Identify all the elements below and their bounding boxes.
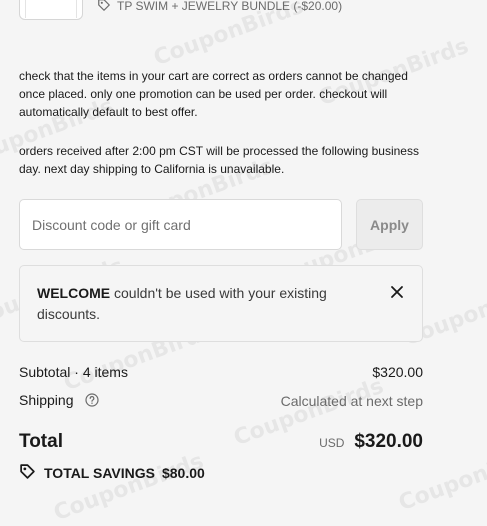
line-item-row: TP SWIM + JEWELRY BUNDLE (-$20.00)	[19, 0, 342, 20]
discount-code-input[interactable]	[19, 199, 342, 250]
bundle-discount-label: TP SWIM + JEWELRY BUNDLE (-$20.00)	[117, 0, 343, 13]
total-row: Total USD $320.00	[19, 431, 423, 453]
alert-code: WELCOME	[37, 285, 111, 301]
watermark: CouponBirds	[50, 448, 207, 526]
subtotal-value: $320.00	[372, 364, 423, 380]
product-thumbnail	[19, 0, 83, 20]
subtotal-label: Subtotal · 4 items	[19, 364, 128, 380]
tag-icon	[97, 0, 117, 15]
subtotal-row: Subtotal · 4 items $320.00	[19, 364, 423, 380]
close-icon[interactable]	[390, 284, 404, 298]
tag-icon	[19, 463, 44, 483]
currency-code: USD	[319, 436, 345, 450]
total-amount: $320.00	[354, 431, 423, 452]
shipping-label: Shipping	[19, 392, 74, 408]
help-icon[interactable]	[85, 393, 99, 410]
apply-button[interactable]: Apply	[356, 199, 423, 250]
cart-check-note: check that the items in your cart are co…	[19, 69, 408, 119]
total-label: Total	[19, 431, 63, 452]
discount-error-alert: WELCOME couldn't be used with your exist…	[19, 265, 423, 342]
total-savings: TOTAL SAVINGS $80.00	[19, 463, 205, 483]
shipping-row: Shipping Calculated at next step	[19, 392, 423, 410]
savings-amount: $80.00	[161, 465, 205, 481]
savings-label: TOTAL SAVINGS	[44, 465, 155, 481]
shipping-cutoff-note: orders received after 2:00 pm CST will b…	[19, 144, 419, 176]
shipping-value: Calculated at next step	[280, 392, 423, 409]
bundle-discount: TP SWIM + JEWELRY BUNDLE (-$20.00)	[97, 0, 342, 15]
